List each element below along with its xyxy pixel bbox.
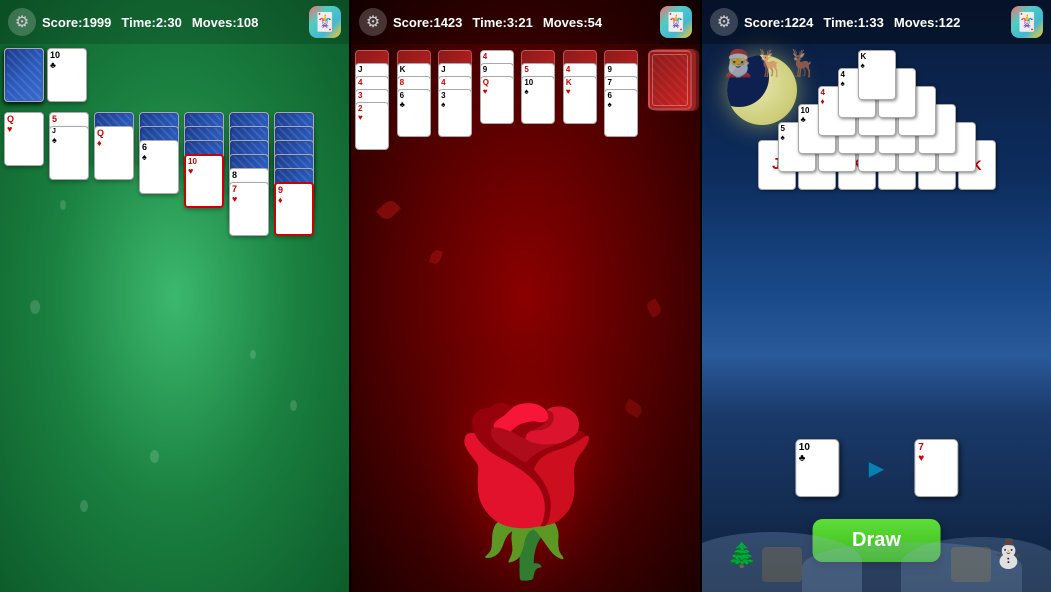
panel2-score: Score:1423 bbox=[393, 15, 462, 30]
panel2-deck[interactable] bbox=[648, 50, 692, 110]
panel3-stats: Score:1224 Time:1:33 Moves:122 bbox=[744, 15, 960, 30]
spider-col4: 4♦ 9♠ Q♥ bbox=[480, 50, 520, 150]
spider-6s[interactable]: 6♣ bbox=[397, 89, 431, 137]
spider-10s5[interactable]: 10♠ bbox=[521, 76, 555, 124]
panel1-stats: Score:1999 Time:2:30 Moves:108 bbox=[42, 15, 258, 30]
panel1-header: ⚙ Score:1999 Time:2:30 Moves:108 🃏 bbox=[0, 0, 349, 44]
rose-decoration: 🌹 bbox=[426, 412, 625, 572]
settings-icon[interactable]: ⚙ bbox=[8, 8, 36, 36]
p3-card-k[interactable]: K♠ bbox=[858, 50, 896, 100]
panel-pyramid: 🎅🦌🦌 ⚙ Score:1224 Time:1:33 Moves:122 🃏 K… bbox=[702, 0, 1051, 592]
card-10-club[interactable]: 10♣ bbox=[47, 48, 87, 102]
panel-spider: ⚙ Score:1423 Time:3:21 Moves:54 🃏 J♠ bbox=[351, 0, 700, 592]
panel-klondike: ⚙ Score:1999 Time:2:30 Moves:108 🃏 10♦ 1… bbox=[0, 0, 349, 592]
card-7-heart-col6[interactable]: 7♥ bbox=[229, 182, 269, 236]
card-col2-b2[interactable]: J♠ bbox=[49, 126, 89, 180]
panel3-moves: Moves:122 bbox=[894, 15, 960, 30]
panel1-score: Score:1999 bbox=[42, 15, 111, 30]
panel1-col3: Q♦ bbox=[94, 112, 136, 236]
spider-col7: 9♠ 7♠ 6♠ bbox=[604, 50, 644, 150]
panel1-col4: 6♠ bbox=[139, 112, 181, 236]
panel2-stats: Score:1423 Time:3:21 Moves:54 bbox=[393, 15, 602, 30]
deck-stack[interactable] bbox=[648, 50, 692, 110]
panel2-header-left: ⚙ Score:1423 Time:3:21 Moves:54 bbox=[359, 8, 602, 36]
panel1-col5: 10♥ bbox=[184, 112, 226, 236]
spider-col3: J♠ 4♥ 3♠ bbox=[438, 50, 478, 150]
arrow-icon: ▶ bbox=[869, 439, 884, 497]
panel3-header: ⚙ Score:1224 Time:1:33 Moves:122 🃏 bbox=[702, 0, 1051, 44]
panel2-time: Time:3:21 bbox=[472, 15, 532, 30]
panel2-moves: Moves:54 bbox=[543, 15, 602, 30]
p3-bottom-card-7h[interactable]: 7♥ bbox=[914, 439, 958, 497]
card-q-heart[interactable]: Q♥ bbox=[4, 112, 44, 166]
card-q-diamond[interactable]: Q♦ bbox=[94, 126, 134, 180]
panel1-col1: Q♥ bbox=[4, 112, 46, 236]
card-back-blue[interactable] bbox=[4, 48, 44, 102]
droplet bbox=[80, 500, 88, 512]
panel3-score: Score:1224 bbox=[744, 15, 813, 30]
house-glow-2 bbox=[951, 547, 991, 582]
panel1-col7: 9♦ bbox=[274, 112, 316, 236]
house-glow-1 bbox=[762, 547, 802, 582]
spider-qh4[interactable]: Q♥ bbox=[480, 76, 514, 124]
p3-bottom-card-10c[interactable]: 10♣ bbox=[795, 439, 839, 497]
panel1-app-icon[interactable]: 🃏 bbox=[309, 6, 341, 38]
draw-button[interactable]: Draw bbox=[812, 519, 941, 562]
spider-col6: 4♦ K♥ bbox=[563, 50, 603, 150]
panel1-moves: Moves:108 bbox=[192, 15, 258, 30]
panel1-col2: 5♦ J♠ bbox=[49, 112, 91, 236]
droplet bbox=[250, 350, 256, 359]
petal-4 bbox=[623, 399, 644, 419]
panel3-time: Time:1:33 bbox=[823, 15, 883, 30]
spider-col1: J♠ 4♥ 3♥ 2♥ bbox=[355, 50, 395, 150]
snowman-icon: ⛄ bbox=[991, 537, 1026, 570]
droplet bbox=[290, 400, 297, 411]
petal-3 bbox=[429, 249, 443, 266]
panel1-top-row: 10♦ 10♣ 6♥ Q♣ bbox=[4, 48, 345, 102]
spider-3s3[interactable]: 3♠ bbox=[438, 89, 472, 137]
panel2-columns: J♠ 4♥ 3♥ 2♥ K♠ 8♥ bbox=[355, 50, 644, 150]
pyramid-row1: K♠ bbox=[706, 50, 1047, 100]
panel3-bottom-cards: 10♣ ▶ 7♥ bbox=[795, 439, 958, 497]
card-6-spade[interactable]: 6♠ bbox=[139, 140, 179, 194]
card-10-heart[interactable]: 10♥ bbox=[184, 154, 224, 208]
spider-kh6[interactable]: K♥ bbox=[563, 76, 597, 124]
petal-1 bbox=[376, 198, 401, 223]
spider-col2: K♠ 8♥ 6♣ bbox=[397, 50, 437, 150]
spider-col1-cards: J♠ 4♥ 3♥ 2♥ bbox=[355, 50, 389, 150]
panel3-settings-icon[interactable]: ⚙ bbox=[710, 8, 738, 36]
tree-icon: 🌲 bbox=[727, 541, 757, 570]
panel2-app-icon[interactable]: 🃏 bbox=[660, 6, 692, 38]
panel2-header: ⚙ Score:1423 Time:3:21 Moves:54 🃏 bbox=[351, 0, 700, 44]
droplet bbox=[150, 450, 159, 463]
card-9-diamond[interactable]: 9♦ bbox=[274, 182, 314, 236]
panel3-app-icon[interactable]: 🃏 bbox=[1011, 6, 1043, 38]
panel1-header-left: ⚙ Score:1999 Time:2:30 Moves:108 bbox=[8, 8, 258, 36]
spider-face-2h[interactable]: 2♥ bbox=[355, 102, 389, 150]
panel1-col6: 8♠ 7♥ bbox=[229, 112, 271, 236]
spider-col5: 5♥ 10♠ bbox=[521, 50, 561, 150]
pyramid: K♠ 4♠ 4♥ 4♦ 2♠ 4♦ 10 bbox=[702, 50, 1051, 190]
panel2-settings-icon[interactable]: ⚙ bbox=[359, 8, 387, 36]
panel1-time: Time:2:30 bbox=[121, 15, 181, 30]
droplet bbox=[30, 300, 40, 314]
spider-6s7[interactable]: 6♠ bbox=[604, 89, 638, 137]
panel1-columns: Q♥ 5♦ J♠ Q♦ bbox=[4, 112, 345, 236]
petal-2 bbox=[645, 298, 663, 318]
panel3-header-left: ⚙ Score:1224 Time:1:33 Moves:122 bbox=[710, 8, 960, 36]
